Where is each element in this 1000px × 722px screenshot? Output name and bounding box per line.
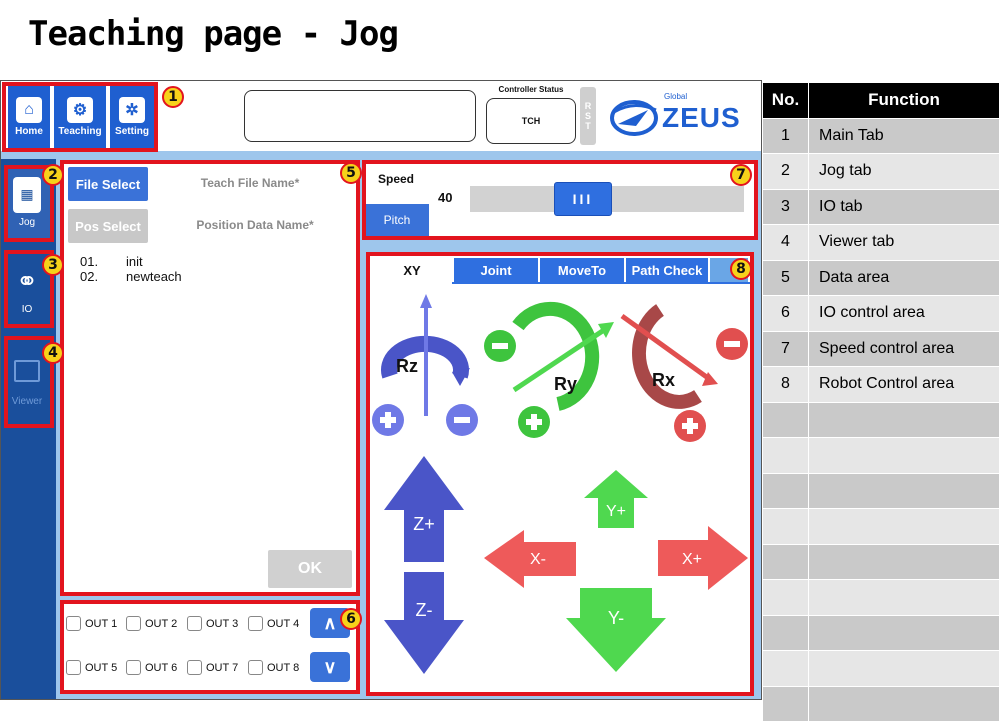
callout-8: 8: [730, 258, 752, 280]
table-row-empty: [762, 437, 1000, 474]
logo-small-text: Global: [664, 92, 688, 101]
annotation-box-5: [60, 160, 360, 596]
table-row-empty: [762, 579, 1000, 616]
table-row: 5 Data area: [762, 259, 1000, 296]
table-row-empty: [762, 543, 1000, 580]
zeus-logo: Global ZEUS: [608, 92, 741, 142]
table-row-empty: [762, 650, 1000, 687]
table-row-empty: [762, 614, 1000, 651]
callout-5: 5: [340, 162, 362, 184]
annotation-box-6: [60, 600, 360, 694]
table-row: 8 Robot Control area: [762, 366, 1000, 403]
table-row: 7 Speed control area: [762, 330, 1000, 367]
callout-6: 6: [340, 608, 362, 630]
page-title: Teaching page - Jog: [28, 14, 399, 54]
table-row-empty: [762, 508, 1000, 545]
table-row-empty: [762, 472, 1000, 509]
table-row-empty: [762, 685, 1000, 722]
table-row-empty: [762, 401, 1000, 438]
callout-4: 4: [42, 342, 64, 364]
annotation-box-8: [366, 252, 754, 696]
callout-7: 7: [730, 164, 752, 186]
annotation-box-7: [362, 160, 758, 240]
function-table: No. Function 1 Main Tab 2 Jog tab 3 IO tab …: [762, 82, 1000, 722]
header-function: Function: [808, 82, 1000, 119]
callout-2: 2: [42, 164, 64, 186]
table-row: 4 Viewer tab: [762, 224, 1000, 261]
controller-status-label: Controller Status: [498, 85, 564, 94]
table-header-row: No. Function: [762, 82, 1000, 119]
rst-button[interactable]: RST: [580, 87, 596, 145]
controller-status-box: TCH: [486, 98, 576, 144]
table-row: 3 IO tab: [762, 188, 1000, 225]
annotation-box-1: [2, 82, 158, 152]
message-display: [244, 90, 476, 142]
callout-3: 3: [42, 254, 64, 276]
controller-status-value: TCH: [521, 116, 541, 126]
top-divider: [1, 151, 761, 159]
header-no: No.: [762, 82, 809, 119]
table-row: 2 Jog tab: [762, 153, 1000, 190]
logo-brand-text: ZEUS: [662, 102, 741, 133]
callout-1: 1: [162, 86, 184, 108]
table-row: 1 Main Tab: [762, 117, 1000, 154]
table-row: 6 IO control area: [762, 295, 1000, 332]
globe-logo-icon: [610, 100, 658, 136]
